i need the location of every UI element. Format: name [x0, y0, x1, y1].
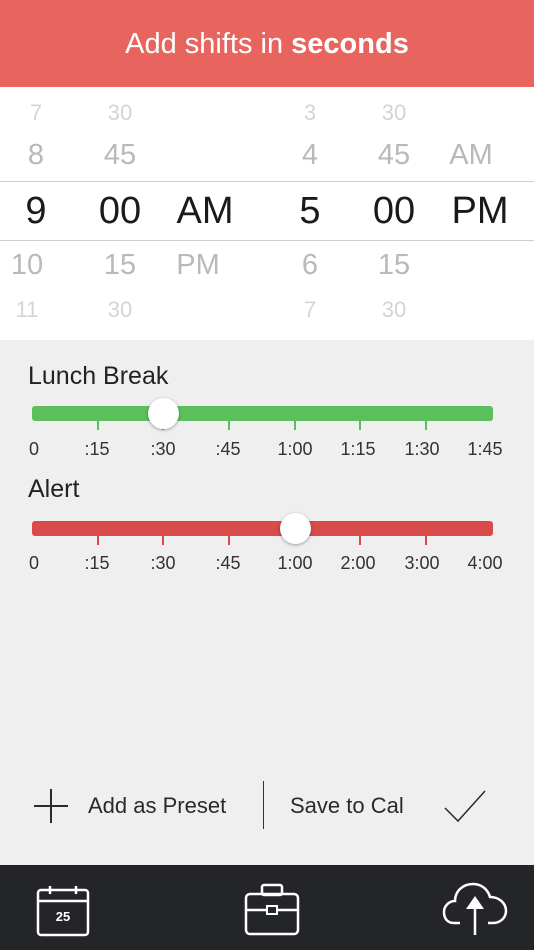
tab-calendar[interactable]: 25	[36, 885, 90, 937]
tab-briefcase[interactable]	[244, 882, 300, 936]
picker-cell: 30	[107, 100, 133, 125]
tick-label: :45	[215, 553, 241, 573]
save-to-cal-button[interactable]: Save to Cal	[285, 775, 495, 835]
briefcase-icon	[244, 883, 300, 936]
tick-label: 1:00	[277, 439, 313, 459]
picker-cell: 4	[301, 139, 319, 171]
header-title-bold: seconds	[291, 28, 409, 60]
picker-selection-top-line	[0, 181, 534, 182]
picker-cell: 6	[301, 249, 319, 281]
tick-label: 0	[28, 553, 40, 573]
picker-cell: PM	[176, 249, 220, 281]
slider-tick	[359, 536, 361, 545]
checkmark-icon	[444, 790, 486, 823]
plus-icon	[34, 789, 68, 823]
slider-tick	[359, 421, 361, 430]
slider-tick	[97, 421, 99, 430]
tick-label: :15	[84, 553, 110, 573]
slider-tick	[294, 421, 296, 430]
picker-cell: 7	[303, 297, 317, 322]
save-to-cal-label: Save to Cal	[290, 793, 404, 818]
picker-cell: 3	[303, 100, 317, 125]
tab-cloud-upload[interactable]	[442, 879, 508, 937]
picker-cell: 7	[29, 100, 43, 125]
add-preset-label: Add as Preset	[88, 793, 227, 818]
tab-bar: 25	[0, 865, 534, 950]
alert-thumb[interactable]	[280, 513, 311, 544]
tick-label: :45	[215, 439, 241, 459]
tick-label: :15	[84, 439, 110, 459]
tick-label: 1:00	[277, 553, 313, 573]
picker-cell: 15	[103, 249, 137, 281]
alert-track[interactable]	[32, 521, 493, 536]
calendar-day: 25	[55, 909, 71, 924]
tick-label: 1:15	[340, 439, 376, 459]
tick-label: :30	[150, 439, 176, 459]
slider-tick	[425, 536, 427, 545]
picker-cell: 11	[15, 297, 39, 322]
lunch-break-track[interactable]	[32, 406, 493, 421]
alert-label: Alert	[28, 475, 80, 503]
actions-divider	[263, 781, 264, 829]
tick-label: 1:45	[467, 439, 503, 459]
cloud-upload-icon	[442, 882, 508, 935]
picker-cell: AM	[449, 139, 493, 171]
picker-cell-selected: 00	[372, 190, 416, 232]
picker-cell-selected: 5	[299, 190, 321, 232]
slider-tick	[228, 421, 230, 430]
picker-cell: 45	[103, 139, 137, 171]
lunch-break-thumb[interactable]	[148, 398, 179, 429]
tick-label: 2:00	[340, 553, 376, 573]
picker-cell: 10	[10, 249, 44, 281]
slider-tick	[162, 536, 164, 545]
header: Add shifts in seconds	[0, 0, 534, 87]
header-title: Add shifts in	[125, 28, 292, 60]
picker-cell-selected: 9	[25, 190, 47, 232]
picker-cell: 30	[381, 297, 407, 322]
add-preset-button[interactable]: Add as Preset	[30, 775, 245, 835]
picker-cell-selected: 00	[98, 190, 142, 232]
tick-label: 0	[28, 439, 40, 459]
picker-cell: 8	[27, 139, 45, 171]
picker-cell: 30	[381, 100, 407, 125]
slider-tick	[425, 421, 427, 430]
tick-label: 4:00	[467, 553, 503, 573]
picker-cell: 30	[107, 297, 133, 322]
tick-label: 1:30	[404, 439, 440, 459]
time-picker[interactable]: 7 8 9 10 11 30 45 00 15 30 AM PM 3 4 5 6…	[0, 87, 534, 340]
picker-cell: 15	[377, 249, 411, 281]
picker-cell: 45	[377, 139, 411, 171]
lunch-break-label: Lunch Break	[28, 362, 169, 390]
slider-tick	[97, 536, 99, 545]
tick-label: :30	[150, 553, 176, 573]
picker-cell-selected: AM	[176, 190, 234, 232]
picker-cell-selected: PM	[451, 190, 509, 232]
picker-selection-bottom-line	[0, 240, 534, 241]
slider-tick	[228, 536, 230, 545]
tick-label: 3:00	[404, 553, 440, 573]
actions-row: Add as Preset Save to Cal	[0, 775, 534, 835]
